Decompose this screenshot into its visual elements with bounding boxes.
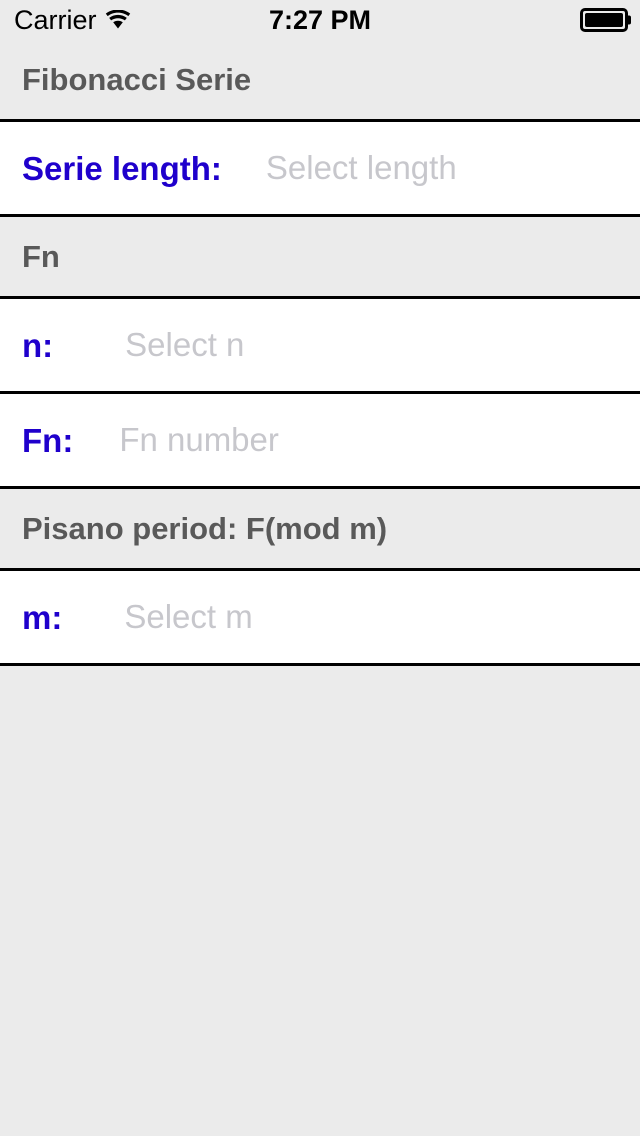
serie-length-label: Serie length: xyxy=(22,149,222,187)
section-header-title: Pisano period: F(mod m) xyxy=(22,511,388,546)
section-header-title: Fibonacci Serie xyxy=(22,62,252,97)
fn-label: Fn: xyxy=(22,421,74,459)
battery-fill xyxy=(585,13,623,27)
fn-input[interactable] xyxy=(119,416,640,464)
section-header-pisano-period: Pisano period: F(mod m) xyxy=(0,489,640,571)
section-header-fn: Fn xyxy=(0,217,640,299)
battery-cap xyxy=(627,15,631,25)
form-table-view: Fibonacci Serie Serie length: Fn n: Fn: … xyxy=(0,40,640,1091)
status-bar-right xyxy=(580,8,631,32)
carrier-label: Carrier xyxy=(14,4,97,35)
status-bar: Carrier 7:27 PM xyxy=(0,0,640,40)
status-bar-left: Carrier xyxy=(14,4,131,35)
m-label: m: xyxy=(22,598,63,636)
m-input[interactable] xyxy=(124,593,640,641)
row-fn[interactable]: Fn: xyxy=(0,394,640,489)
battery-icon xyxy=(580,8,631,32)
row-m[interactable]: m: xyxy=(0,571,640,666)
table-empty-area xyxy=(0,666,640,1091)
section-header-fibonacci-serie: Fibonacci Serie xyxy=(0,40,640,122)
row-n[interactable]: n: xyxy=(0,299,640,394)
row-serie-length[interactable]: Serie length: xyxy=(0,122,640,217)
wifi-icon xyxy=(105,9,131,30)
n-label: n: xyxy=(22,326,54,364)
section-header-title: Fn xyxy=(22,239,60,274)
n-input[interactable] xyxy=(125,321,640,369)
serie-length-input[interactable] xyxy=(265,144,640,192)
